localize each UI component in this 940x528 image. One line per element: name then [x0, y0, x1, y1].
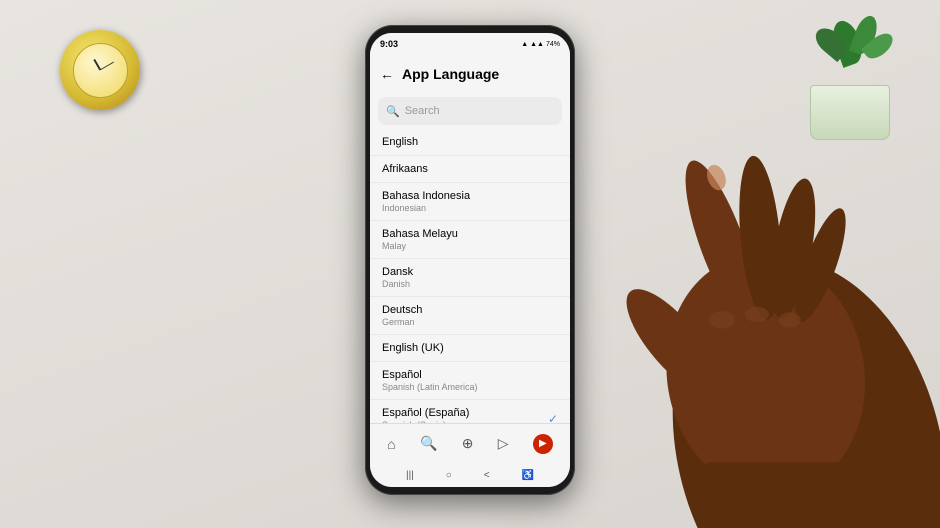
battery-icon: 74%	[546, 41, 560, 48]
add-nav-icon[interactable]: ⊕	[462, 435, 474, 452]
language-name: Afrikaans	[382, 163, 558, 175]
language-name: Español	[382, 369, 558, 381]
status-time: 9:03	[380, 39, 398, 49]
language-name: Dansk	[382, 266, 558, 278]
clock-minute-hand	[100, 62, 114, 71]
clock-object	[60, 30, 140, 110]
signal-icon: ▲▲	[530, 41, 544, 48]
phone: 9:03 ▲ ▲▲ 74% ← App Language 🔍 Search	[365, 25, 575, 495]
selected-checkmark: ✓	[548, 412, 558, 424]
phone-screen: 9:03 ▲ ▲▲ 74% ← App Language 🔍 Search	[370, 33, 570, 487]
accessibility-button[interactable]: ♿	[522, 470, 534, 481]
home-button[interactable]: ○	[446, 470, 452, 481]
language-name: Español (España)	[382, 407, 558, 419]
system-navigation: ||| ○ < ♿	[370, 463, 570, 487]
language-name: English (UK)	[382, 342, 558, 354]
status-bar: 9:03 ▲ ▲▲ 74%	[370, 33, 570, 55]
search-placeholder: Search	[405, 105, 440, 117]
language-item-deutsch[interactable]: Deutsch German	[370, 297, 570, 335]
home-nav-icon[interactable]: ⌂	[387, 436, 395, 452]
language-item-english[interactable]: English	[370, 129, 570, 156]
language-subtitle: Spanish (Spain)	[382, 420, 558, 423]
wifi-icon: ▲	[521, 41, 528, 48]
profile-nav-icon[interactable]: ▶	[533, 434, 553, 454]
language-item-espanol-latam[interactable]: Español Spanish (Latin America)	[370, 362, 570, 400]
language-subtitle: Malay	[382, 241, 558, 251]
back-button[interactable]: ←	[380, 66, 394, 82]
language-item-english-uk[interactable]: English (UK)	[370, 335, 570, 362]
language-item-afrikaans[interactable]: Afrikaans	[370, 156, 570, 183]
language-list: English Afrikaans Bahasa Indonesia Indon…	[370, 129, 570, 423]
clock-face	[73, 43, 128, 98]
language-item-dansk[interactable]: Dansk Danish	[370, 259, 570, 297]
scene: 9:03 ▲ ▲▲ 74% ← App Language 🔍 Search	[0, 0, 940, 528]
language-name: Bahasa Indonesia	[382, 190, 558, 202]
recent-apps-button[interactable]: |||	[406, 470, 414, 481]
page-title: App Language	[402, 66, 499, 82]
plant-object	[790, 10, 910, 140]
phone-container: 9:03 ▲ ▲▲ 74% ← App Language 🔍 Search	[365, 25, 575, 495]
language-subtitle: German	[382, 317, 558, 327]
language-subtitle: Indonesian	[382, 203, 558, 213]
language-name: Deutsch	[382, 304, 558, 316]
reels-nav-icon[interactable]: ▷	[498, 435, 509, 452]
language-subtitle: Spanish (Latin America)	[382, 382, 558, 392]
bottom-navigation: ⌂ 🔍 ⊕ ▷ ▶	[370, 423, 570, 463]
language-name: Bahasa Melayu	[382, 228, 558, 240]
plant-pot	[810, 85, 890, 140]
search-bar[interactable]: 🔍 Search	[378, 97, 562, 125]
search-nav-icon[interactable]: 🔍	[420, 435, 437, 452]
search-icon: 🔍	[386, 105, 400, 118]
language-item-bahasa-melayu[interactable]: Bahasa Melayu Malay	[370, 221, 570, 259]
status-icons: ▲ ▲▲ 74%	[521, 41, 560, 48]
language-item-bahasa-indonesia[interactable]: Bahasa Indonesia Indonesian	[370, 183, 570, 221]
back-system-button[interactable]: <	[484, 470, 490, 481]
language-name: English	[382, 136, 558, 148]
app-header: ← App Language	[370, 55, 570, 93]
language-item-espanol-espana[interactable]: Español (España) Spanish (Spain) ✓	[370, 400, 570, 423]
language-subtitle: Danish	[382, 279, 558, 289]
